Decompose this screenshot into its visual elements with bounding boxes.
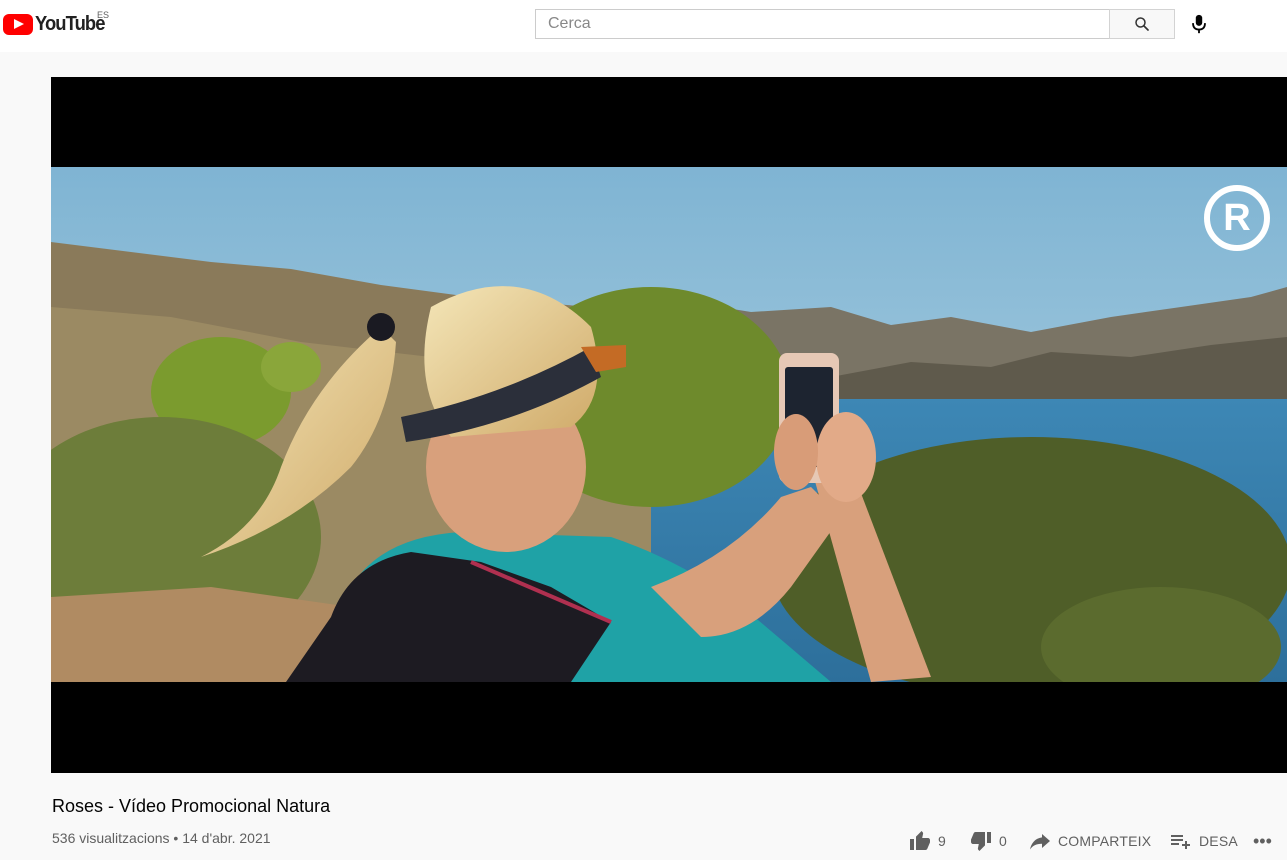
country-code: ES: [97, 10, 110, 20]
upload-date: 14 d'abr. 2021: [182, 830, 271, 846]
search-icon: [1135, 17, 1149, 31]
video-title: Roses - Vídeo Promocional Natura: [52, 796, 331, 816]
search-input[interactable]: [536, 10, 1109, 38]
video-actions: 9 0 COMPARTEIX DESA •••: [908, 826, 1283, 856]
meta-separator: •: [173, 830, 179, 846]
more-actions-button[interactable]: •••: [1253, 831, 1283, 852]
share-label: COMPARTEIX: [1058, 833, 1152, 849]
search-button[interactable]: [1109, 9, 1175, 39]
share-button[interactable]: COMPARTEIX: [1028, 829, 1169, 853]
microphone-icon: [1192, 14, 1206, 34]
channel-watermark[interactable]: R: [1204, 185, 1270, 251]
thumbs-down-icon: [971, 832, 991, 851]
video-player[interactable]: R: [51, 77, 1287, 773]
save-label: DESA: [1199, 833, 1238, 849]
like-count: 9: [938, 833, 946, 849]
logo-text: YouTube: [35, 12, 105, 35]
video-meta: 536 visualitzacions • 14 d'abr. 2021: [52, 830, 271, 846]
thumbs-up-icon: [910, 831, 930, 850]
dislike-button[interactable]: 0: [969, 829, 1028, 853]
dislike-count: 0: [999, 833, 1007, 849]
video-frame-image: [51, 167, 1287, 682]
top-bar: YouTube ES: [0, 0, 1287, 52]
playlist-add-icon: [1171, 835, 1190, 849]
search-box: [535, 9, 1109, 39]
video-frame: R: [51, 167, 1287, 682]
voice-search-button[interactable]: [1186, 11, 1212, 37]
share-icon: [1030, 834, 1050, 850]
more-icon: •••: [1253, 830, 1272, 851]
view-count: 536 visualitzacions: [52, 830, 170, 846]
save-button[interactable]: DESA: [1169, 829, 1253, 853]
youtube-logo-icon: [3, 13, 33, 35]
like-button[interactable]: 9: [908, 829, 969, 853]
youtube-logo[interactable]: YouTube: [3, 12, 111, 36]
